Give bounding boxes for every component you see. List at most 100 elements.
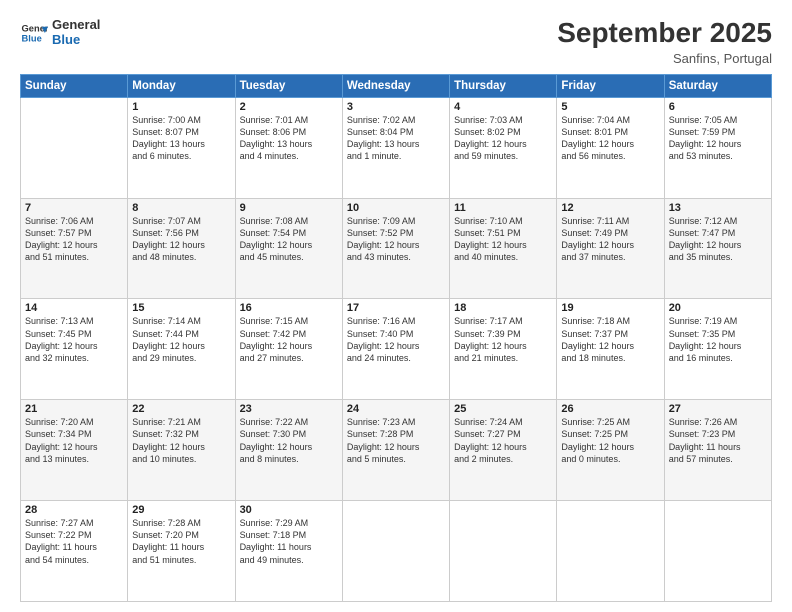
day-info: Sunrise: 7:23 AM Sunset: 7:28 PM Dayligh… (347, 416, 445, 465)
calendar-cell: 10Sunrise: 7:09 AM Sunset: 7:52 PM Dayli… (342, 198, 449, 299)
calendar-cell: 30Sunrise: 7:29 AM Sunset: 7:18 PM Dayli… (235, 501, 342, 602)
calendar-cell: 4Sunrise: 7:03 AM Sunset: 8:02 PM Daylig… (450, 97, 557, 198)
day-number: 9 (240, 202, 338, 214)
day-info: Sunrise: 7:06 AM Sunset: 7:57 PM Dayligh… (25, 215, 123, 264)
day-number: 21 (25, 403, 123, 415)
day-info: Sunrise: 7:02 AM Sunset: 8:04 PM Dayligh… (347, 114, 445, 163)
calendar-cell: 28Sunrise: 7:27 AM Sunset: 7:22 PM Dayli… (21, 501, 128, 602)
day-number: 30 (240, 504, 338, 516)
day-info: Sunrise: 7:03 AM Sunset: 8:02 PM Dayligh… (454, 114, 552, 163)
calendar-cell (450, 501, 557, 602)
calendar-header-row: Sunday Monday Tuesday Wednesday Thursday… (21, 74, 772, 97)
day-number: 22 (132, 403, 230, 415)
calendar-cell: 23Sunrise: 7:22 AM Sunset: 7:30 PM Dayli… (235, 400, 342, 501)
day-info: Sunrise: 7:18 AM Sunset: 7:37 PM Dayligh… (561, 315, 659, 364)
day-number: 26 (561, 403, 659, 415)
col-tuesday: Tuesday (235, 74, 342, 97)
day-info: Sunrise: 7:12 AM Sunset: 7:47 PM Dayligh… (669, 215, 767, 264)
calendar-week-2: 14Sunrise: 7:13 AM Sunset: 7:45 PM Dayli… (21, 299, 772, 400)
day-info: Sunrise: 7:04 AM Sunset: 8:01 PM Dayligh… (561, 114, 659, 163)
day-info: Sunrise: 7:10 AM Sunset: 7:51 PM Dayligh… (454, 215, 552, 264)
calendar-cell: 14Sunrise: 7:13 AM Sunset: 7:45 PM Dayli… (21, 299, 128, 400)
day-info: Sunrise: 7:14 AM Sunset: 7:44 PM Dayligh… (132, 315, 230, 364)
day-info: Sunrise: 7:05 AM Sunset: 7:59 PM Dayligh… (669, 114, 767, 163)
col-monday: Monday (128, 74, 235, 97)
day-info: Sunrise: 7:26 AM Sunset: 7:23 PM Dayligh… (669, 416, 767, 465)
col-friday: Friday (557, 74, 664, 97)
day-info: Sunrise: 7:28 AM Sunset: 7:20 PM Dayligh… (132, 517, 230, 566)
day-number: 7 (25, 202, 123, 214)
calendar-cell (664, 501, 771, 602)
calendar-cell: 27Sunrise: 7:26 AM Sunset: 7:23 PM Dayli… (664, 400, 771, 501)
day-number: 6 (669, 101, 767, 113)
calendar-week-1: 7Sunrise: 7:06 AM Sunset: 7:57 PM Daylig… (21, 198, 772, 299)
calendar-cell (557, 501, 664, 602)
calendar-cell: 25Sunrise: 7:24 AM Sunset: 7:27 PM Dayli… (450, 400, 557, 501)
day-number: 3 (347, 101, 445, 113)
day-number: 18 (454, 302, 552, 314)
day-number: 16 (240, 302, 338, 314)
calendar-cell: 8Sunrise: 7:07 AM Sunset: 7:56 PM Daylig… (128, 198, 235, 299)
day-number: 28 (25, 504, 123, 516)
header: General Blue General Blue September 2025… (20, 18, 772, 66)
day-info: Sunrise: 7:16 AM Sunset: 7:40 PM Dayligh… (347, 315, 445, 364)
svg-text:Blue: Blue (22, 33, 42, 43)
day-info: Sunrise: 7:25 AM Sunset: 7:25 PM Dayligh… (561, 416, 659, 465)
day-info: Sunrise: 7:01 AM Sunset: 8:06 PM Dayligh… (240, 114, 338, 163)
calendar-cell: 26Sunrise: 7:25 AM Sunset: 7:25 PM Dayli… (557, 400, 664, 501)
calendar-cell: 12Sunrise: 7:11 AM Sunset: 7:49 PM Dayli… (557, 198, 664, 299)
subtitle: Sanfins, Portugal (557, 51, 772, 66)
logo-text-general: General (52, 18, 100, 33)
day-number: 15 (132, 302, 230, 314)
day-info: Sunrise: 7:08 AM Sunset: 7:54 PM Dayligh… (240, 215, 338, 264)
logo-text-blue: Blue (52, 33, 100, 48)
calendar-cell: 7Sunrise: 7:06 AM Sunset: 7:57 PM Daylig… (21, 198, 128, 299)
calendar-cell: 17Sunrise: 7:16 AM Sunset: 7:40 PM Dayli… (342, 299, 449, 400)
day-info: Sunrise: 7:13 AM Sunset: 7:45 PM Dayligh… (25, 315, 123, 364)
day-number: 13 (669, 202, 767, 214)
day-info: Sunrise: 7:17 AM Sunset: 7:39 PM Dayligh… (454, 315, 552, 364)
day-number: 4 (454, 101, 552, 113)
col-saturday: Saturday (664, 74, 771, 97)
day-info: Sunrise: 7:27 AM Sunset: 7:22 PM Dayligh… (25, 517, 123, 566)
calendar-cell: 2Sunrise: 7:01 AM Sunset: 8:06 PM Daylig… (235, 97, 342, 198)
calendar-cell: 11Sunrise: 7:10 AM Sunset: 7:51 PM Dayli… (450, 198, 557, 299)
page: General Blue General Blue September 2025… (0, 0, 792, 612)
day-number: 24 (347, 403, 445, 415)
day-info: Sunrise: 7:15 AM Sunset: 7:42 PM Dayligh… (240, 315, 338, 364)
day-info: Sunrise: 7:21 AM Sunset: 7:32 PM Dayligh… (132, 416, 230, 465)
col-thursday: Thursday (450, 74, 557, 97)
calendar-cell: 9Sunrise: 7:08 AM Sunset: 7:54 PM Daylig… (235, 198, 342, 299)
calendar-cell (342, 501, 449, 602)
day-number: 1 (132, 101, 230, 113)
day-number: 12 (561, 202, 659, 214)
day-info: Sunrise: 7:11 AM Sunset: 7:49 PM Dayligh… (561, 215, 659, 264)
calendar-week-0: 1Sunrise: 7:00 AM Sunset: 8:07 PM Daylig… (21, 97, 772, 198)
logo: General Blue General Blue (20, 18, 100, 48)
day-number: 10 (347, 202, 445, 214)
calendar-cell: 18Sunrise: 7:17 AM Sunset: 7:39 PM Dayli… (450, 299, 557, 400)
day-info: Sunrise: 7:00 AM Sunset: 8:07 PM Dayligh… (132, 114, 230, 163)
calendar-cell: 1Sunrise: 7:00 AM Sunset: 8:07 PM Daylig… (128, 97, 235, 198)
calendar-table: Sunday Monday Tuesday Wednesday Thursday… (20, 74, 772, 602)
day-number: 5 (561, 101, 659, 113)
col-sunday: Sunday (21, 74, 128, 97)
day-number: 17 (347, 302, 445, 314)
day-number: 19 (561, 302, 659, 314)
calendar-cell: 21Sunrise: 7:20 AM Sunset: 7:34 PM Dayli… (21, 400, 128, 501)
calendar-cell: 24Sunrise: 7:23 AM Sunset: 7:28 PM Dayli… (342, 400, 449, 501)
day-number: 14 (25, 302, 123, 314)
day-info: Sunrise: 7:19 AM Sunset: 7:35 PM Dayligh… (669, 315, 767, 364)
day-number: 2 (240, 101, 338, 113)
calendar-cell: 3Sunrise: 7:02 AM Sunset: 8:04 PM Daylig… (342, 97, 449, 198)
calendar-cell: 13Sunrise: 7:12 AM Sunset: 7:47 PM Dayli… (664, 198, 771, 299)
title-block: September 2025 Sanfins, Portugal (557, 18, 772, 66)
calendar-week-3: 21Sunrise: 7:20 AM Sunset: 7:34 PM Dayli… (21, 400, 772, 501)
calendar-cell: 22Sunrise: 7:21 AM Sunset: 7:32 PM Dayli… (128, 400, 235, 501)
day-info: Sunrise: 7:20 AM Sunset: 7:34 PM Dayligh… (25, 416, 123, 465)
day-info: Sunrise: 7:09 AM Sunset: 7:52 PM Dayligh… (347, 215, 445, 264)
day-number: 20 (669, 302, 767, 314)
day-number: 8 (132, 202, 230, 214)
day-info: Sunrise: 7:22 AM Sunset: 7:30 PM Dayligh… (240, 416, 338, 465)
calendar-cell: 16Sunrise: 7:15 AM Sunset: 7:42 PM Dayli… (235, 299, 342, 400)
